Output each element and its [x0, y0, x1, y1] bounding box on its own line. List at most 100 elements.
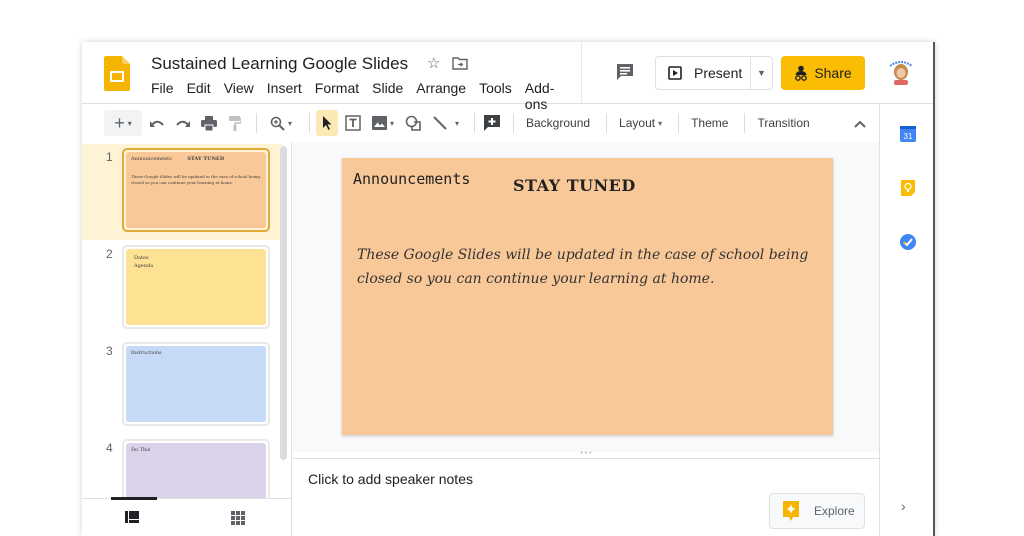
cursor-arrow-icon [323, 116, 332, 130]
zoom-icon [270, 116, 285, 131]
print-icon [201, 115, 217, 131]
slide-body-textbox[interactable]: These Google Slides will be updated in t… [357, 243, 822, 291]
present-icon [668, 66, 682, 80]
layout-label: Layout [619, 116, 656, 130]
user-avatar[interactable] [886, 58, 916, 88]
toolbar-divider [744, 113, 746, 133]
toolbar-divider [678, 113, 680, 133]
thumbnail-content: Instructions [126, 346, 266, 422]
undo-icon [150, 120, 164, 127]
side-panel: 31 › [879, 104, 933, 536]
paint-format-icon [229, 115, 241, 131]
select-tool-button[interactable] [316, 110, 338, 136]
transition-button[interactable]: Transition [751, 110, 815, 136]
toolbar: + ▾ ▾ ▾ ▾ Background Layout ▾ Theme Tran… [82, 104, 879, 142]
toolbar-divider [606, 113, 608, 133]
filmstrip-scrollbar[interactable] [280, 146, 287, 460]
speaker-notes-panel: Click to add speaker notes Explore [293, 458, 879, 536]
insert-comment-button[interactable] [481, 110, 503, 136]
thumb-body: These Google Slides will be updated in t… [131, 173, 260, 185]
slide-title-textbox[interactable]: STAY TUNED [513, 176, 636, 195]
slides-window: Sustained Learning Google Slides ☆ File … [82, 42, 935, 536]
background-button[interactable]: Background [520, 110, 596, 136]
slide-thumbnail-image[interactable]: Dates Agenda [122, 245, 270, 329]
slides-logo-icon[interactable] [104, 56, 130, 91]
plus-icon: + [114, 112, 125, 133]
thumbnail-content: Dates Agenda [126, 249, 266, 325]
slide-thumbnail-1[interactable]: 1 Announcements STAY TUNED These Google … [82, 144, 282, 240]
layout-dropdown-icon: ▾ [658, 118, 663, 128]
image-icon [371, 116, 387, 130]
zoom-button[interactable]: ▾ [263, 110, 299, 136]
toolbar-divider [513, 113, 514, 133]
slide-heading-textbox[interactable]: Announcements [353, 170, 470, 188]
slide-number: 4 [106, 441, 113, 455]
keep-icon[interactable] [900, 180, 916, 196]
share-button[interactable]: Share [781, 56, 865, 90]
slide-number: 3 [106, 344, 113, 358]
slide-number: 2 [106, 247, 113, 261]
thumb-heading: Dates [134, 255, 149, 261]
document-title[interactable]: Sustained Learning Google Slides [151, 54, 408, 74]
active-view-indicator [111, 497, 157, 500]
shape-icon [405, 115, 421, 131]
insert-image-button[interactable]: ▾ [368, 110, 398, 136]
current-slide[interactable]: Announcements STAY TUNED These Google Sl… [342, 158, 833, 435]
slide-thumbnail-image[interactable]: Instructions [122, 342, 270, 426]
line-icon [433, 116, 447, 130]
zoom-dropdown-icon: ▾ [287, 118, 292, 128]
layout-button[interactable]: Layout ▾ [613, 110, 668, 136]
present-label: Present [694, 65, 743, 81]
explore-button[interactable]: Explore [769, 493, 865, 529]
thumb-heading: Instructions [131, 350, 162, 356]
thumbnail-content: Announcements STAY TUNED These Google Sl… [126, 152, 266, 228]
new-slide-dropdown[interactable]: ▾ [128, 119, 132, 128]
star-icon[interactable]: ☆ [427, 54, 440, 72]
line-button[interactable]: ▾ [428, 110, 464, 136]
thumb-subheading: Agenda [134, 262, 154, 269]
redo-icon [176, 120, 190, 127]
thumb-heading: Announcements [131, 156, 172, 162]
calendar-day: 31 [904, 132, 913, 141]
theme-button[interactable]: Theme [685, 110, 734, 136]
grid-view-icon[interactable] [231, 511, 245, 525]
slide-thumbnail-image[interactable]: Announcements STAY TUNED These Google Sl… [122, 148, 270, 232]
text-box-icon [345, 115, 361, 131]
toolbar-divider [256, 113, 257, 133]
toolbar-divider [309, 113, 310, 133]
speaker-notes-input[interactable]: Click to add speaker notes [308, 471, 473, 487]
redo-button[interactable] [172, 110, 194, 136]
filmstrip-view-switcher [82, 497, 291, 536]
slide-thumbnail-2[interactable]: 2 Dates Agenda [82, 241, 282, 337]
present-button-group: Present ▼ [655, 56, 773, 90]
slide-thumbnail-3[interactable]: 3 Instructions [82, 338, 282, 434]
line-dropdown-icon: ▾ [454, 118, 459, 128]
thumb-title: STAY TUNED [187, 156, 225, 162]
header-title-area: Sustained Learning Google Slides ☆ File … [82, 42, 582, 112]
toolbar-divider [474, 113, 475, 133]
tasks-icon[interactable] [900, 234, 916, 250]
comment-history-icon[interactable] [615, 62, 635, 82]
new-slide-button[interactable]: + ▾ [104, 110, 142, 136]
header: Sustained Learning Google Slides ☆ File … [82, 42, 933, 112]
thumb-heading: Do This [131, 447, 151, 453]
move-to-folder-icon[interactable] [452, 57, 468, 70]
present-options-dropdown[interactable]: ▼ [751, 68, 772, 78]
collapse-toolbar-icon[interactable] [854, 120, 866, 128]
share-label: Share [814, 65, 852, 81]
explore-label: Explore [814, 504, 855, 518]
paint-format-button[interactable] [224, 110, 246, 136]
slide-number: 1 [106, 150, 113, 164]
shape-button[interactable] [402, 110, 424, 136]
print-button[interactable] [198, 110, 220, 136]
filmstrip-view-icon[interactable] [125, 511, 139, 523]
add-comment-icon [484, 115, 500, 131]
text-box-button[interactable] [342, 110, 364, 136]
explore-icon [783, 501, 799, 521]
present-button[interactable]: Present [656, 57, 751, 89]
calendar-icon[interactable]: 31 [900, 126, 916, 142]
expand-side-panel-icon[interactable]: › [901, 498, 906, 514]
undo-button[interactable] [146, 110, 168, 136]
share-people-icon [795, 65, 808, 81]
slide-editor-canvas: Announcements STAY TUNED These Google Sl… [293, 142, 879, 452]
